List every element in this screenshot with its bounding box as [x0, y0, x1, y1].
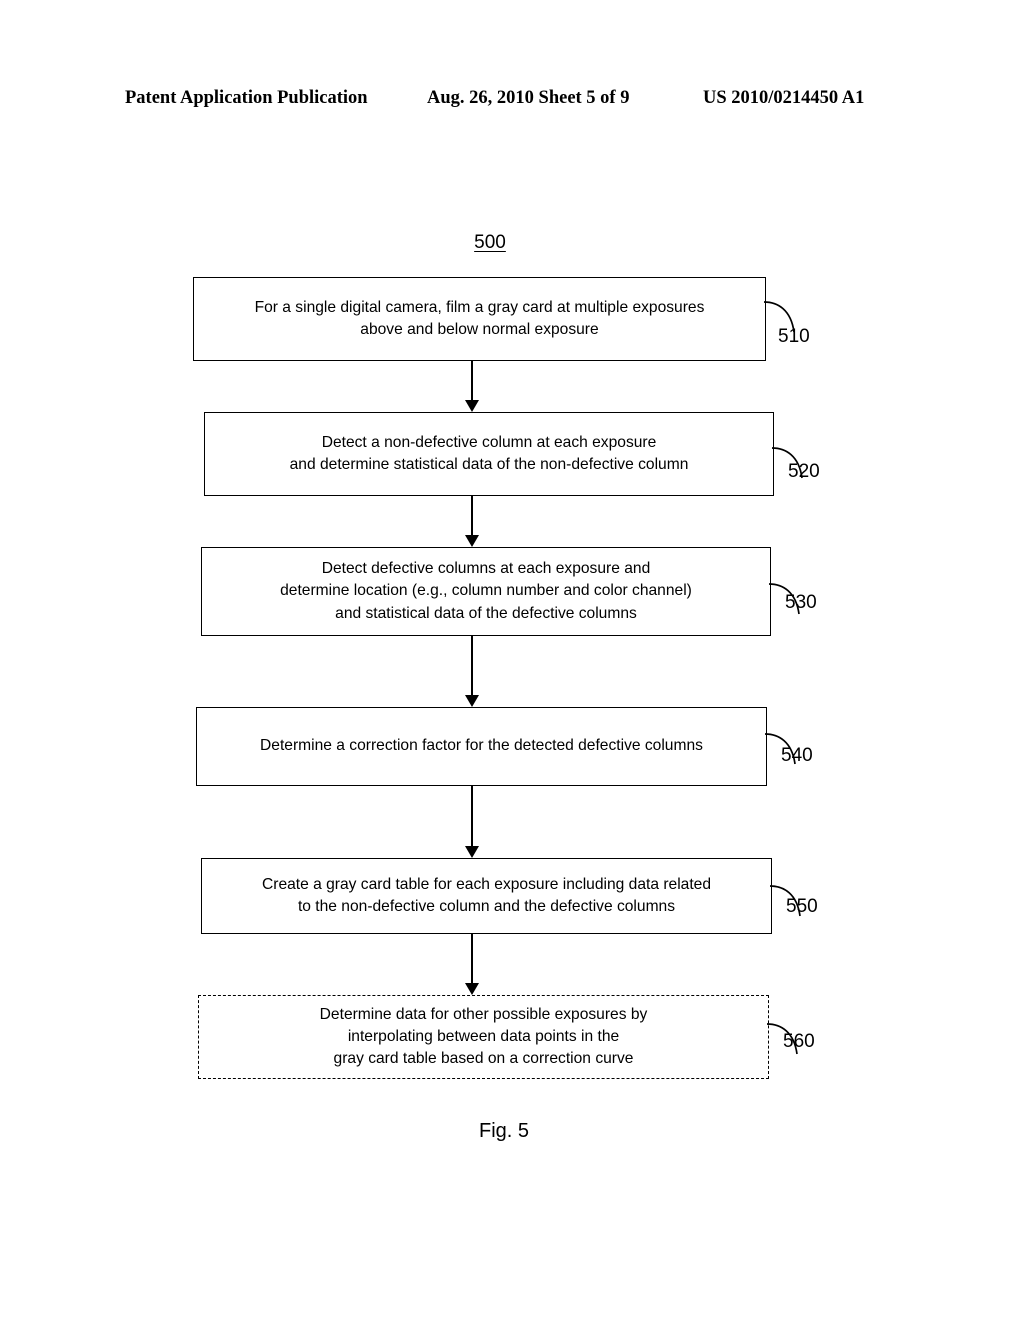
- flow-step-box-550: Create a gray card table for each exposu…: [201, 858, 772, 934]
- flowchart-diagram: 500 For a single digital camera, film a …: [0, 0, 1024, 1320]
- flow-step-box-530: Detect defective columns at each exposur…: [201, 547, 771, 636]
- flow-step-text-560: Determine data for other possible exposu…: [319, 1005, 648, 1068]
- arrow-head: [465, 695, 479, 707]
- arrow-shaft: [471, 496, 473, 535]
- flow-step-text-550: Create a gray card table for each exposu…: [261, 875, 712, 915]
- flow-step-box-520: Detect a non-defective column at each ex…: [204, 412, 774, 496]
- flow-step-label-510: 510: [778, 326, 810, 347]
- flow-step-text-530: Detect defective columns at each exposur…: [280, 560, 692, 622]
- flow-step-text-540: Determine a correction factor for the de…: [260, 737, 703, 755]
- arrow-head: [465, 400, 479, 412]
- flow-step-text-520: Detect a non-defective column at each ex…: [289, 433, 689, 473]
- arrow-head: [465, 983, 479, 995]
- figure-caption: Fig. 5: [478, 1120, 530, 1142]
- arrow-shaft: [471, 636, 473, 695]
- arrow-shaft: [471, 786, 473, 846]
- arrow-head: [465, 846, 479, 858]
- arrow-shaft: [471, 934, 473, 983]
- flow-step-text-510: For a single digital camera, film a gray…: [254, 298, 705, 338]
- flow-step-label-550: 550: [786, 896, 818, 917]
- arrow-head: [465, 535, 479, 547]
- flow-step-label-530: 530: [785, 592, 817, 613]
- figure-reference-number: 500: [474, 232, 506, 253]
- flow-step-box-510: For a single digital camera, film a gray…: [193, 277, 766, 361]
- flow-step-box-540: Determine a correction factor for the de…: [196, 707, 767, 786]
- flow-arrow-520-to-530: [464, 496, 480, 547]
- flow-step-box-560: Determine data for other possible exposu…: [198, 995, 769, 1079]
- flow-step-label-540: 540: [781, 745, 813, 766]
- flow-arrow-550-to-560: [464, 934, 480, 995]
- flow-arrow-510-to-520: [464, 361, 480, 412]
- flow-step-label-560: 560: [783, 1031, 815, 1052]
- flow-arrow-540-to-550: [464, 786, 480, 858]
- flow-step-label-520: 520: [788, 461, 820, 482]
- flow-arrow-530-to-540: [464, 636, 480, 707]
- arrow-shaft: [471, 361, 473, 400]
